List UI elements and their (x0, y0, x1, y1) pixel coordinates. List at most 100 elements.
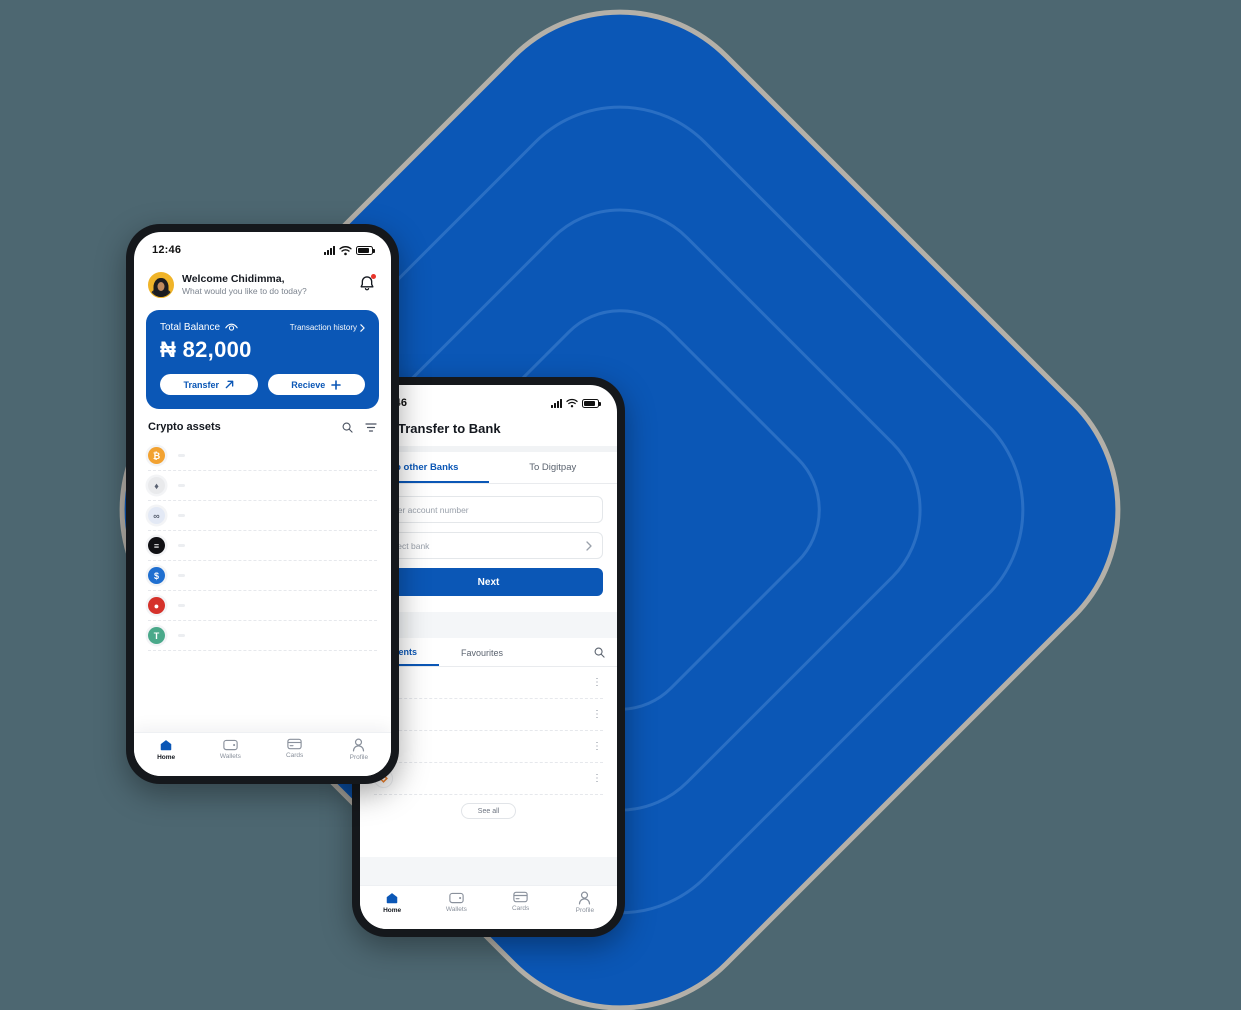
battery-icon (582, 398, 601, 408)
transaction-history-link[interactable]: Transaction history (290, 323, 365, 332)
section-title: Crypto assets (148, 421, 221, 433)
crypto-asset-row[interactable]: ♦ (148, 471, 377, 501)
cellular-bars-icon (324, 245, 335, 255)
asset-info (173, 483, 369, 488)
crypto-asset-row[interactable]: ≡ (148, 531, 377, 561)
asset-info (173, 543, 369, 548)
see-all-button[interactable]: See all (460, 803, 517, 819)
account-number-input[interactable]: Enter account number (374, 496, 603, 523)
balance-label-group: Total Balance (160, 322, 238, 333)
tab-to-digitpay[interactable]: To Digitpay (489, 452, 618, 483)
asset-name-tag (178, 543, 185, 547)
phone2-tabbar: Home Wallets Cards Profile (360, 885, 617, 929)
notification-bell-icon[interactable] (357, 274, 377, 296)
arrow-up-right-icon (225, 380, 234, 389)
asset-title-row (173, 633, 369, 637)
phone-home-screen: 12:46 Welcome Chidimma, What would you l… (126, 224, 399, 784)
crypto-asset-row[interactable]: T (148, 621, 377, 651)
filter-icon[interactable] (365, 422, 377, 433)
asset-info (173, 453, 369, 458)
card-icon (287, 738, 302, 750)
beneficiary-row[interactable]: ⋮ (374, 763, 603, 795)
greeting-row: Welcome Chidimma, What would you like to… (134, 262, 391, 306)
asset-info (173, 633, 369, 638)
phone1-status-bar: 12:46 (134, 232, 391, 262)
status-time: 12:46 (152, 244, 182, 256)
profile-icon (578, 891, 591, 905)
wallet-icon (223, 738, 238, 751)
tab-home[interactable]: Home (134, 738, 198, 761)
wifi-icon (339, 245, 352, 255)
beneficiary-info (402, 742, 582, 751)
eth-coin-icon: ♦ (148, 477, 165, 494)
status-icons (324, 245, 375, 256)
matic-coin-icon: ∞ (148, 507, 165, 524)
tab-label: Home (383, 907, 402, 914)
tab-label: Wallets (219, 753, 241, 760)
tab-home[interactable]: Home (360, 891, 424, 914)
kebab-menu-icon[interactable]: ⋮ (591, 741, 603, 752)
wifi-icon (566, 398, 578, 408)
next-button[interactable]: Next (374, 568, 603, 596)
select-bank-dropdown[interactable]: Select bank (374, 532, 603, 559)
profile-icon (352, 738, 365, 752)
crypto-asset-row[interactable]: ₿ (148, 441, 377, 471)
home-icon (385, 891, 399, 905)
kebab-menu-icon[interactable]: ⋮ (591, 773, 603, 784)
transfer-label: Transfer (183, 379, 220, 390)
asset-title-row (173, 543, 369, 547)
asset-name-tag (178, 483, 185, 487)
balance-amount: ₦ 82,000 (160, 337, 252, 362)
usdt-coin-icon: T (148, 627, 165, 644)
beneficiary-row[interactable]: ⋮ (374, 667, 603, 699)
section-tools (342, 422, 377, 433)
tab-wallets[interactable]: Wallets (198, 738, 262, 760)
beneficiary-account-row (402, 776, 582, 783)
wallet-icon (449, 891, 464, 904)
home-icon (159, 738, 173, 752)
balance-card-top: Total Balance Transaction history (160, 322, 365, 333)
asset-name-tag (178, 573, 185, 577)
kebab-menu-icon[interactable]: ⋮ (591, 709, 603, 720)
phone1-screen: 12:46 Welcome Chidimma, What would you l… (134, 232, 391, 776)
beneficiary-info (402, 774, 582, 783)
beneficiary-account-row (402, 680, 582, 687)
tab-label: Profile (349, 754, 369, 761)
total-balance-card: Total Balance Transaction history ₦ 82,0… (146, 310, 379, 409)
btc-coin-icon: ₿ (148, 447, 165, 464)
crypto-asset-row[interactable]: $ (148, 561, 377, 591)
beneficiary-row[interactable]: ⋮ (374, 731, 603, 763)
transfer-button[interactable]: Transfer (160, 374, 258, 395)
tab-cards[interactable]: Cards (263, 738, 327, 759)
shib-coin-icon: ● (148, 597, 165, 614)
asset-name-tag (178, 453, 185, 457)
asset-title-row (173, 603, 369, 607)
crypto-asset-row[interactable]: ● (148, 591, 377, 621)
tab-cards[interactable]: Cards (489, 891, 553, 912)
asset-title-row (173, 573, 369, 577)
tab-profile[interactable]: Profile (327, 738, 391, 761)
search-icon[interactable] (342, 422, 353, 433)
beneficiary-account-row (402, 744, 582, 751)
tab-favourites[interactable]: Favourites (439, 639, 525, 665)
notification-badge (371, 274, 376, 279)
tab-label: Cards (511, 905, 530, 912)
greeting-subtitle: What would you like to do today? (182, 286, 307, 297)
asset-title-row (173, 483, 369, 487)
receive-button[interactable]: Recieve (267, 374, 365, 395)
asset-info (173, 603, 369, 608)
avatar[interactable] (148, 272, 174, 298)
chevron-right-icon (586, 540, 592, 551)
chevron-right-icon (360, 323, 365, 332)
tab-label: Home (157, 754, 176, 761)
tab-wallets[interactable]: Wallets (424, 891, 488, 913)
cellular-bars-icon (551, 398, 562, 408)
kebab-menu-icon[interactable]: ⋮ (591, 677, 603, 688)
tab-profile[interactable]: Profile (553, 891, 617, 914)
eye-visibility-icon[interactable] (225, 323, 238, 332)
asset-info (173, 573, 369, 578)
crypto-asset-row[interactable]: ∞ (148, 501, 377, 531)
search-icon[interactable] (594, 647, 605, 658)
transaction-history-label: Transaction history (289, 323, 357, 332)
beneficiary-row[interactable]: ⋮ (374, 699, 603, 731)
